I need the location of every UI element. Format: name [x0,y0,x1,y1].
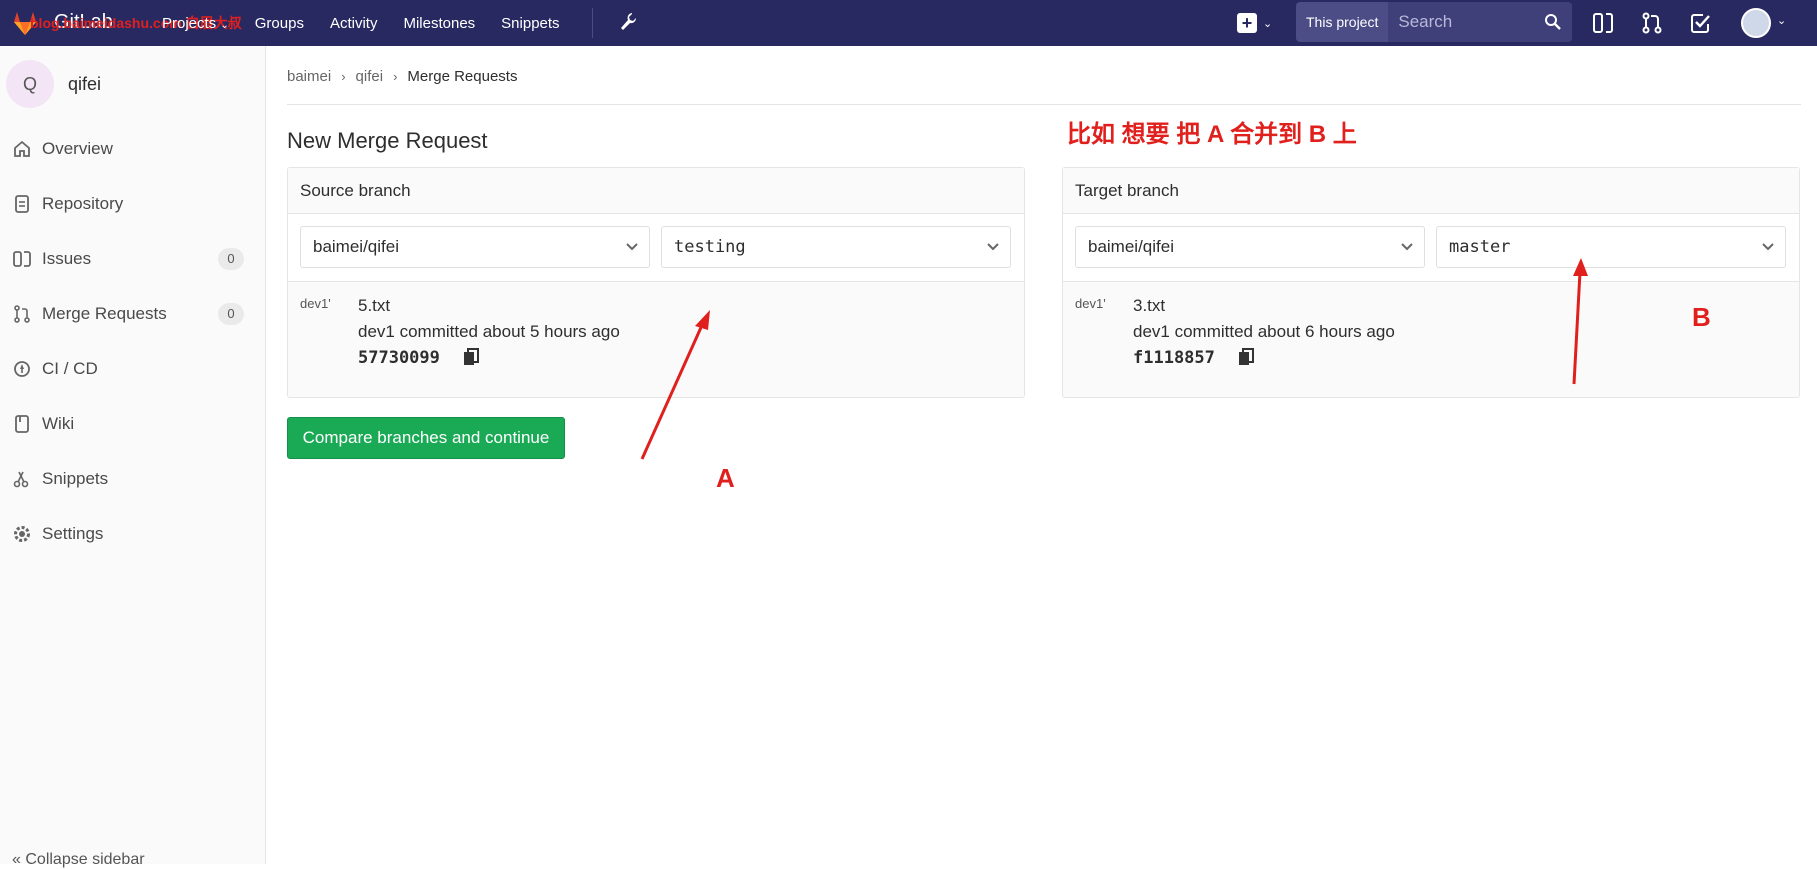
top-nav: Projects ⌄ Groups Activity Milestones Sn… [162,0,586,46]
todo-icon[interactable] [1689,11,1711,35]
source-branch-selectors: baimei/qifei testing [288,214,1024,282]
label-a: A [716,463,735,493]
book-icon [15,415,29,433]
issues-count-badge: 0 [218,248,244,270]
chevron-down-icon: ⌄ [1263,17,1273,30]
search-icon [1545,14,1561,30]
sidebar-item-label: Repository [42,194,124,213]
nav-milestones[interactable]: Milestones [403,15,475,32]
commit-meta: dev1 committed about 6 hours ago [1133,322,1395,341]
breadcrumb-project[interactable]: qifei [356,68,384,85]
home-icon [14,140,30,157]
chevron-down-icon: ⌄ [220,19,229,31]
target-branch-value: master [1449,237,1511,257]
sidebar-item-merge-requests[interactable]: Merge Requests 0 [0,294,266,334]
page-title: New Merge Request [287,128,488,153]
commit-avatar: dev1' [300,296,331,311]
target-project-select[interactable]: baimei/qifei [1075,226,1425,268]
plus-icon: + [1237,13,1257,33]
sidebar-item-settings[interactable]: Settings [0,514,266,554]
new-dropdown-button[interactable]: + ⌄ [1237,11,1283,35]
source-branch-value: testing [674,237,746,257]
project-name: qifei [68,73,102,94]
doc-icon [15,195,29,213]
nav-snippets[interactable]: Snippets [501,15,559,32]
copy-icon[interactable] [462,348,480,368]
chevron-down-icon [1762,243,1774,251]
copy-icon[interactable] [1237,348,1255,368]
double-chevron-left-icon: « [12,851,21,868]
breadcrumb: baimei › qifei › Merge Requests [287,68,517,85]
sidebar-item-ci-cd[interactable]: CI / CD [0,349,266,389]
divider [287,104,1801,105]
collapse-sidebar-label: Collapse sidebar [25,851,145,868]
merge-request-icon [14,305,30,323]
sidebar-item-issues[interactable]: Issues 0 [0,239,266,279]
source-project-select[interactable]: baimei/qifei [300,226,650,268]
commit-title[interactable]: 3.txt [1133,296,1165,316]
chevron-right-icon: › [341,69,346,84]
target-project-value: baimei/qifei [1088,237,1174,256]
top-navbar: GitLab blog.baimeidashu.com 白眉大叔 Project… [0,0,1817,46]
annotation-text: 比如 想要 把 A 合并到 B 上 [1067,121,1357,148]
rocket-icon [14,361,30,377]
search-scope-badge[interactable]: This project [1296,2,1389,42]
target-commit-info: dev1' 3.txt dev1 committed about 6 hours… [1063,282,1799,396]
chevron-down-icon [987,243,999,251]
sidebar-item-label: Overview [42,139,113,158]
project-avatar: Q [6,60,54,108]
user-avatar[interactable] [1741,8,1771,38]
project-sidebar: Q qifei Overview Repository Issues 0 Mer… [0,46,266,868]
target-branch-panel: Target branch baimei/qifei master dev1' … [1062,167,1800,398]
merge-request-icon[interactable] [1641,11,1663,35]
sidebar-item-label: Settings [42,524,104,543]
chevron-down-icon [1401,243,1413,251]
project-header[interactable]: Q qifei [6,60,101,108]
source-branch-select[interactable]: testing [661,226,1011,268]
search-placeholder: Search [1398,12,1453,31]
commit-sha[interactable]: f1118857 [1133,348,1215,368]
commit-title[interactable]: 5.txt [358,296,390,316]
chevron-right-icon: › [393,69,398,84]
search-group: This project Search [1296,2,1572,42]
annotation-arrows [640,258,1588,460]
source-branch-panel: Source branch baimei/qifei testing dev1'… [287,167,1025,398]
nav-projects[interactable]: Projects ⌄ [162,15,229,32]
breadcrumb-current[interactable]: Merge Requests [407,68,517,85]
sidebar-item-wiki[interactable]: Wiki [0,404,266,444]
sidebar-toggle-icon[interactable] [1592,11,1614,35]
sidebar-item-label: Snippets [42,469,109,488]
label-b: B [1692,302,1711,332]
compare-branches-button[interactable]: Compare branches and continue [287,417,565,459]
collapse-sidebar-button[interactable]: « Collapse sidebar [12,851,145,869]
search-input[interactable]: Search [1388,2,1572,42]
scissors-icon [13,471,29,488]
target-branch-select[interactable]: master [1436,226,1786,268]
commit-avatar: dev1' [1075,296,1106,311]
sidebar-item-label: CI / CD [42,359,98,378]
gear-icon [14,526,30,542]
nav-activity[interactable]: Activity [330,15,378,32]
source-branch-heading: Source branch [288,168,1024,214]
target-branch-heading: Target branch [1063,168,1799,214]
chevron-down-icon[interactable]: ⌄ [1777,14,1786,27]
sidebar-item-snippets[interactable]: Snippets [0,459,266,499]
sidebar-item-repository[interactable]: Repository [0,184,266,224]
sidebar-item-label: Merge Requests [42,304,167,323]
commit-sha[interactable]: 57730099 [358,348,440,368]
target-branch-selectors: baimei/qifei master [1063,214,1799,282]
source-commit-info: dev1' 5.txt dev1 committed about 5 hours… [288,282,1024,396]
wrench-icon[interactable] [618,11,638,33]
commit-meta: dev1 committed about 5 hours ago [358,322,620,341]
issues-icon [13,251,31,267]
sidebar-item-overview[interactable]: Overview [0,129,266,169]
merge-requests-count-badge: 0 [218,303,244,325]
sidebar-item-label: Wiki [42,414,75,433]
sidebar-item-label: Issues [42,249,92,268]
source-project-value: baimei/qifei [313,237,399,256]
nav-groups[interactable]: Groups [255,15,304,32]
chevron-down-icon [626,243,638,251]
breadcrumb-group[interactable]: baimei [287,68,331,85]
nav-divider [592,8,593,38]
